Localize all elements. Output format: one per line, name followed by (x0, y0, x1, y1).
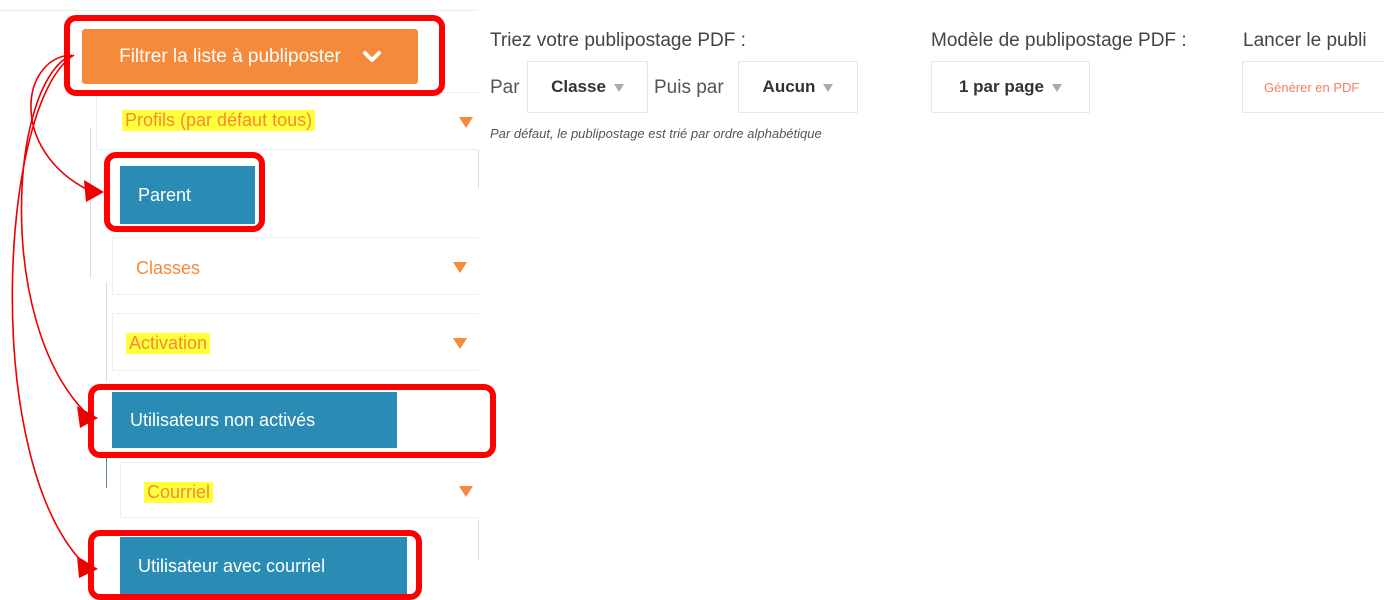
panel-edge-line (478, 150, 479, 188)
accordion-courriel[interactable]: Courriel (120, 462, 478, 518)
annotation-arrowhead (84, 180, 104, 202)
sort-by-value: Classe (551, 77, 606, 96)
tree-guide-line (106, 452, 107, 488)
accordion-classes-label: Classes (136, 258, 201, 278)
tree-guide-line (90, 128, 91, 278)
generate-pdf-button[interactable]: Générer en PDF (1242, 61, 1384, 113)
chevron-down-icon (362, 50, 381, 62)
sort-by-select[interactable]: Classe (527, 61, 648, 113)
annotation-arrow-line (20, 54, 86, 413)
caret-down-icon (823, 84, 834, 92)
caret-down-icon (459, 486, 473, 497)
option-parent-button[interactable]: Parent (120, 166, 255, 224)
caret-down-icon (453, 262, 467, 273)
filter-list-button[interactable]: Filtrer la liste à publiposter (82, 29, 418, 84)
option-non-activated-button[interactable]: Utilisateurs non activés (112, 392, 397, 448)
sort-then-select[interactable]: Aucun (738, 61, 858, 113)
option-with-email-label: Utilisateur avec courriel (138, 555, 326, 576)
launch-title: Lancer le publi (1243, 30, 1367, 51)
template-title: Modèle de publipostage PDF : (931, 30, 1187, 51)
option-with-email-button[interactable]: Utilisateur avec courriel (120, 537, 407, 595)
generate-pdf-label: Générer en PDF (1264, 79, 1360, 95)
sort-title: Triez votre publipostage PDF : (490, 30, 746, 51)
sort-by-label: Par (490, 77, 520, 98)
option-non-activated-label: Utilisateurs non activés (130, 409, 316, 430)
panel-edge-line (478, 520, 479, 560)
template-value: 1 par page (958, 77, 1045, 96)
annotation-arrow-line (11, 54, 86, 566)
caret-down-icon (613, 84, 624, 92)
accordion-activation[interactable]: Activation (112, 313, 478, 371)
caret-down-icon (459, 117, 473, 128)
sort-then-value: Aucun (762, 77, 816, 96)
caret-down-icon (453, 338, 467, 349)
annotation-arrow-line (30, 54, 89, 191)
accordion-profils-label: Profils (par défaut tous) (122, 110, 316, 131)
sort-hint: Par défaut, le publipostage est trié par… (490, 126, 822, 141)
accordion-profils[interactable]: Profils (par défaut tous) (96, 92, 478, 150)
filter-list-label: Filtrer la liste à publiposter (119, 45, 341, 67)
accordion-activation-label: Activation (126, 333, 211, 354)
caret-down-icon (1052, 84, 1063, 92)
panel-top-border (0, 10, 478, 11)
annotation-arrowhead (77, 406, 98, 428)
template-select[interactable]: 1 par page (931, 61, 1090, 113)
sort-then-label: Puis par (654, 77, 724, 98)
accordion-classes[interactable]: Classes (112, 237, 478, 295)
option-parent-label: Parent (138, 184, 192, 205)
tree-guide-line (106, 282, 107, 382)
accordion-courriel-label: Courriel (144, 482, 214, 503)
annotation-arrowhead (77, 556, 98, 578)
